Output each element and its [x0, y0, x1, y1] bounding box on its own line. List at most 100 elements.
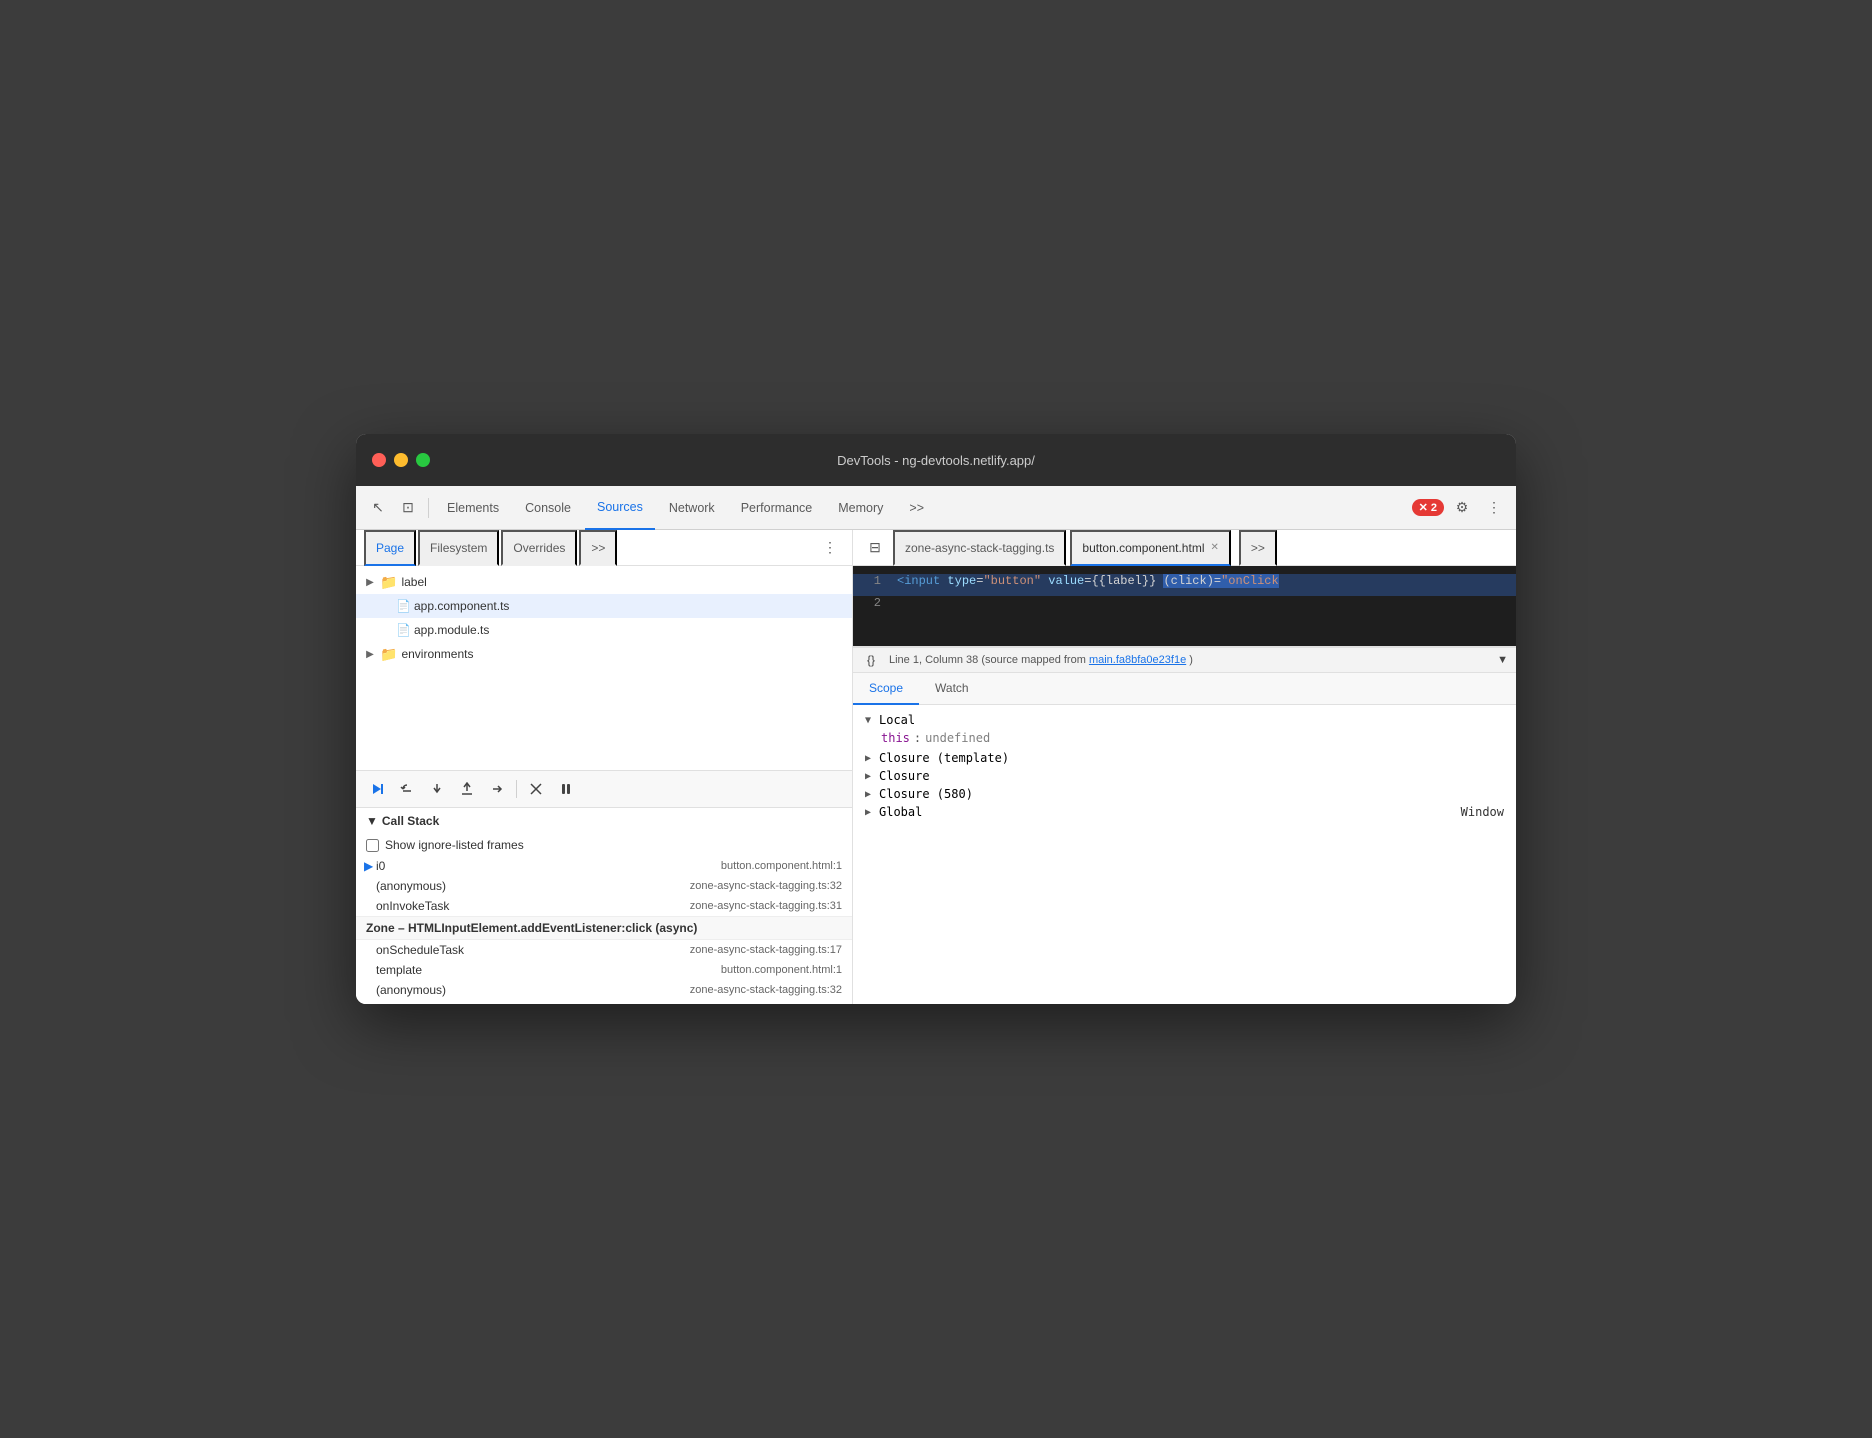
pointer-icon: ↖ [372, 499, 384, 516]
step-out-button[interactable] [454, 776, 480, 802]
status-dropdown-button[interactable]: ▼ [1497, 654, 1508, 666]
right-panel: 1 <input type="button" value={{label}} (… [853, 566, 1516, 1004]
tab-performance[interactable]: Performance [729, 486, 825, 530]
resume-button[interactable] [364, 776, 390, 802]
pause-on-exception-button[interactable] [553, 776, 579, 802]
settings-button[interactable]: ⚙ [1448, 494, 1476, 522]
window-title: DevTools - ng-devtools.netlify.app/ [837, 453, 1035, 468]
line-number-2: 2 [853, 596, 893, 610]
toolbar-separator [428, 498, 429, 518]
callstack-name-anon1: (anonymous) [376, 879, 690, 893]
ignore-frames-checkbox[interactable] [366, 839, 379, 852]
code-val-type: "button" [983, 574, 1041, 588]
callstack-name-anon2: (anonymous) [376, 983, 690, 997]
tab-sources[interactable]: Sources [585, 486, 655, 530]
tree-folder-label[interactable]: ▶ 📁 label [356, 570, 852, 594]
callstack-loc-onScheduleTask1: zone-async-stack-tagging.ts:17 [690, 944, 842, 956]
call-stack-arrow: ▼ [366, 814, 378, 828]
left-sub-toolbar: Page Filesystem Overrides >> ⋮ [356, 530, 853, 565]
tab-network[interactable]: Network [657, 486, 727, 530]
file-tab-zone[interactable]: zone-async-stack-tagging.ts [893, 530, 1066, 566]
device-icon: ⊡ [402, 499, 414, 516]
callstack-name-template: template [376, 963, 721, 977]
file-tab-button-label: button.component.html [1082, 541, 1204, 555]
error-badge[interactable]: ✕ 2 [1412, 499, 1444, 516]
callstack-row-onInvokeTask1[interactable]: onInvokeTask zone-async-stack-tagging.ts… [356, 896, 852, 916]
device-toggle-button[interactable]: ⊡ [394, 494, 422, 522]
error-count: 2 [1431, 502, 1437, 514]
scope-closure[interactable]: ▶ Closure [861, 767, 1508, 785]
close-button[interactable] [372, 453, 386, 467]
callstack-row-onScheduleTask1[interactable]: onScheduleTask zone-async-stack-tagging.… [356, 940, 852, 960]
scope-item-this[interactable]: this : undefined [861, 729, 1508, 747]
line-number-1: 1 [853, 574, 893, 588]
tree-folder-environments[interactable]: ▶ 📁 environments [356, 642, 852, 666]
callstack-row-anon2[interactable]: (anonymous) zone-async-stack-tagging.ts:… [356, 980, 852, 1000]
callstack-row-template[interactable]: template button.component.html:1 [356, 960, 852, 980]
maximize-button[interactable] [416, 453, 430, 467]
tree-file-app-component[interactable]: 📄 app.component.ts [356, 594, 852, 618]
file-app-module-name: app.module.ts [414, 623, 489, 637]
file-icon-app-module: 📄 [396, 623, 410, 637]
callstack-name-onInvokeTask2: onInvokeTask [376, 1003, 690, 1004]
file-tab-button-component[interactable]: button.component.html ✕ [1070, 530, 1230, 566]
scope-closure-template[interactable]: ▶ Closure (template) [861, 749, 1508, 767]
step-over-button[interactable] [394, 776, 420, 802]
tree-file-app-module[interactable]: 📄 app.module.ts [356, 618, 852, 642]
closure-580-arrow: ▶ [865, 789, 875, 800]
ignore-frames-row: Show ignore-listed frames [356, 834, 852, 856]
callstack-row-i0[interactable]: ▶ i0 button.component.html:1 [356, 856, 852, 876]
folder-label-name: label [401, 575, 426, 589]
sub-tab-filesystem[interactable]: Filesystem [418, 530, 499, 566]
callstack-loc-anon1: zone-async-stack-tagging.ts:32 [690, 880, 842, 892]
sub-tab-overrides[interactable]: Overrides [501, 530, 577, 566]
closure-580-label: Closure (580) [879, 787, 973, 801]
more-options-button[interactable]: ⋮ [1480, 494, 1508, 522]
right-sub-toolbar: ⊟ zone-async-stack-tagging.ts button.com… [853, 530, 1516, 565]
callstack-loc-template: button.component.html:1 [721, 964, 842, 976]
step-into-button[interactable] [424, 776, 450, 802]
scope-this-value: undefined [925, 731, 990, 745]
error-icon: ✕ [1419, 501, 1428, 514]
format-button[interactable]: {} [861, 650, 881, 670]
source-map-link[interactable]: main.fa8bfa0e23f1e [1089, 654, 1186, 666]
collapse-icon: ⊟ [869, 539, 881, 556]
async-separator-1: Zone – HTMLInputElement.addEventListener… [356, 916, 852, 940]
closure-arrow: ▶ [865, 771, 875, 782]
call-stack-header[interactable]: ▼ Call Stack [356, 808, 852, 834]
code-area-inner: 1 <input type="button" value={{label}} (… [853, 566, 1516, 646]
watch-tab[interactable]: Watch [919, 673, 985, 705]
left-panel: ▶ 📁 label 📄 app.component.ts 📄 app.modul… [356, 566, 853, 1004]
closure-template-label: Closure (template) [879, 751, 1009, 765]
gear-icon: ⚙ [1456, 499, 1469, 516]
closure-label: Closure [879, 769, 930, 783]
scope-tab[interactable]: Scope [853, 673, 919, 705]
tab-elements[interactable]: Elements [435, 486, 511, 530]
callstack-loc-anon2: zone-async-stack-tagging.ts:32 [690, 984, 842, 996]
global-label: Global [879, 805, 922, 819]
deactivate-breakpoints-button[interactable] [523, 776, 549, 802]
file-tab-zone-label: zone-async-stack-tagging.ts [905, 541, 1054, 555]
scope-closure-580[interactable]: ▶ Closure (580) [861, 785, 1508, 803]
tab-console[interactable]: Console [513, 486, 583, 530]
sub-tab-more[interactable]: >> [579, 530, 617, 566]
panel-more-button[interactable]: ⋮ [816, 534, 844, 562]
tab-more[interactable]: >> [897, 486, 936, 530]
right-more-tabs-button[interactable]: >> [1239, 530, 1277, 566]
pointer-tool-button[interactable]: ↖ [364, 494, 392, 522]
callstack-row-onInvokeTask2[interactable]: onInvokeTask zone-async-stack-tagging.ts… [356, 1000, 852, 1004]
scope-local-header[interactable]: ▼ Local [861, 711, 1508, 729]
current-frame-arrow: ▶ [364, 859, 373, 873]
collapse-panel-button[interactable]: ⊟ [861, 534, 889, 562]
code-tag-open: <input [897, 574, 940, 588]
scope-global[interactable]: ▶ Global Window [861, 803, 1508, 821]
minimize-button[interactable] [394, 453, 408, 467]
sub-tab-page[interactable]: Page [364, 530, 416, 566]
format-icon: {} [867, 653, 875, 667]
file-tab-close-button[interactable]: ✕ [1210, 542, 1218, 553]
scope-watch-panel: Scope Watch ▼ Local this : u [853, 673, 1516, 1004]
step-button[interactable] [484, 776, 510, 802]
tab-memory[interactable]: Memory [826, 486, 895, 530]
file-icon-app-component: 📄 [396, 599, 410, 613]
callstack-row-anon1[interactable]: (anonymous) zone-async-stack-tagging.ts:… [356, 876, 852, 896]
